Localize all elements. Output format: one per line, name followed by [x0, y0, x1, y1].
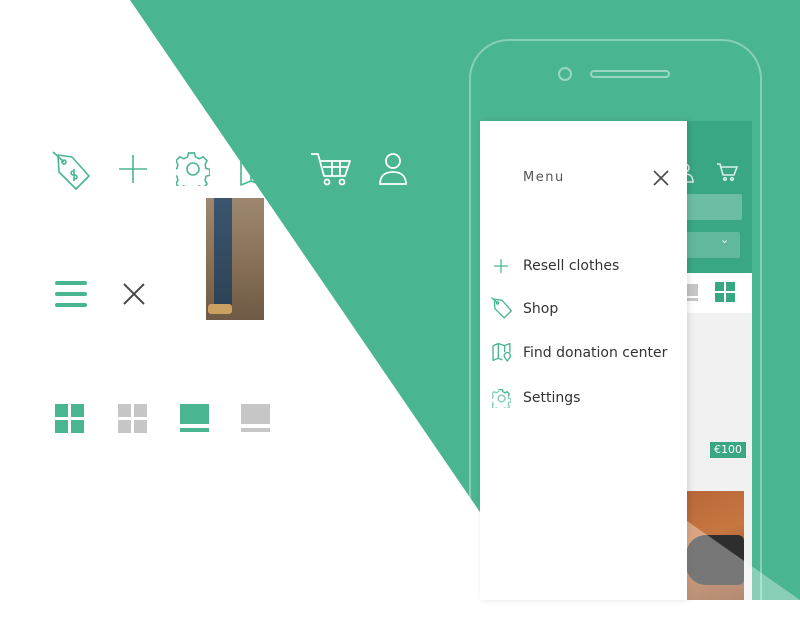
cart-icon[interactable] — [716, 163, 738, 181]
product-photo-detail — [686, 535, 744, 585]
plus-icon — [119, 155, 147, 183]
close-icon[interactable] — [653, 170, 669, 186]
list-inactive-icon — [241, 404, 270, 432]
grid-active-icon — [55, 404, 84, 433]
drawer-item-shop[interactable]: Shop — [523, 301, 558, 317]
grid-inactive-icon — [118, 404, 147, 433]
map-pin-icon — [492, 343, 512, 362]
phone-camera — [558, 67, 572, 81]
phone-speaker — [590, 70, 670, 78]
product-photo-detail — [214, 198, 232, 308]
user-icon — [379, 153, 407, 185]
chevron-down-icon: ⌄ — [720, 233, 730, 246]
plus-icon — [494, 259, 508, 273]
grid-active-icon[interactable] — [715, 282, 735, 302]
drawer-title: Menu — [523, 170, 565, 185]
search-input[interactable] — [680, 194, 742, 220]
drawer-item-find-donation-center[interactable]: Find donation center — [523, 345, 667, 361]
hamburger-icon — [55, 281, 87, 307]
list-active-icon — [180, 404, 209, 432]
price-tag-icon — [491, 297, 513, 319]
gear-icon — [176, 152, 210, 186]
map-pin-icon — [240, 152, 275, 187]
close-icon — [123, 283, 145, 305]
filter-select[interactable] — [680, 232, 740, 258]
drawer-item-resell-clothes[interactable]: Resell clothes — [523, 258, 619, 274]
price-tag-icon — [52, 151, 90, 190]
gear-icon — [492, 389, 511, 408]
price-badge: €100 — [710, 442, 746, 458]
drawer-item-settings[interactable]: Settings — [523, 390, 580, 406]
cart-icon — [311, 153, 351, 186]
product-photo-detail — [208, 304, 232, 314]
